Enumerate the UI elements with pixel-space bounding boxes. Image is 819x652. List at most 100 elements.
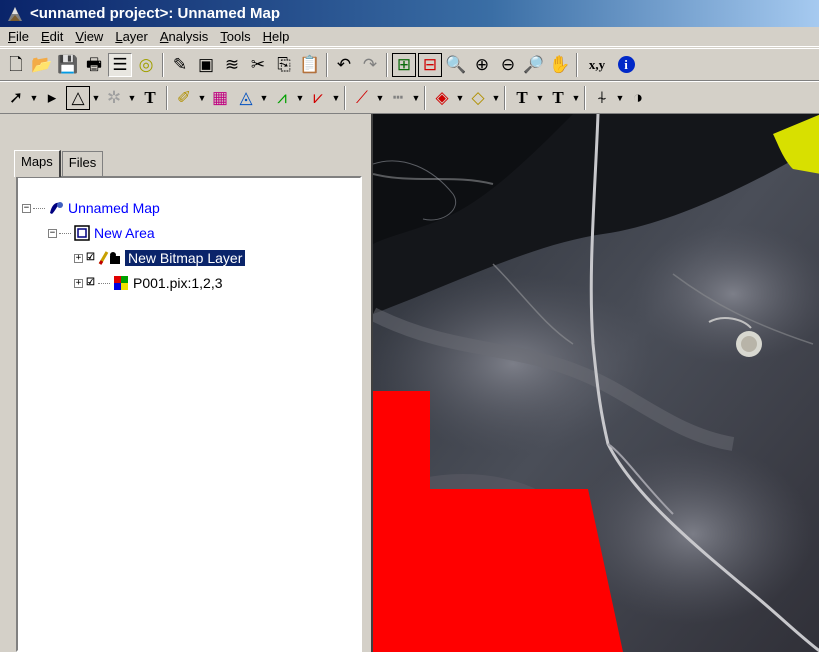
pan-hand-icon[interactable]: ✋ bbox=[548, 53, 572, 77]
open-folder-icon[interactable]: 📂 bbox=[30, 53, 54, 77]
cut-icon[interactable]: ✂ bbox=[246, 53, 270, 77]
menu-view[interactable]: View bbox=[69, 29, 109, 44]
menu-layer[interactable]: Layer bbox=[109, 29, 154, 44]
text-tool-icon[interactable]: T bbox=[138, 86, 162, 110]
raster-rgb-icon bbox=[112, 275, 130, 291]
redo-icon[interactable]: ↷ bbox=[358, 53, 382, 77]
window-title: <unnamed project>: Unnamed Map bbox=[30, 5, 281, 22]
toolbar-separator bbox=[576, 52, 578, 77]
chevron-down-icon[interactable]: ▼ bbox=[375, 93, 385, 103]
toolbar-separator bbox=[344, 85, 346, 110]
pencil-tool-icon[interactable]: ✐ bbox=[172, 86, 196, 110]
collapse-icon[interactable]: − bbox=[48, 228, 57, 238]
vector-tool-icon[interactable]: ⩘ bbox=[270, 86, 294, 110]
fill-tool-icon[interactable]: ◬ bbox=[234, 86, 258, 110]
tree-node-area[interactable]: − New Area bbox=[48, 223, 155, 243]
tree-view-icon[interactable]: ☰ bbox=[108, 52, 132, 77]
layer-visibility-checkbox[interactable]: ☑ bbox=[85, 277, 96, 289]
overview-icon[interactable]: ◎ bbox=[134, 53, 158, 77]
map-view[interactable] bbox=[371, 114, 819, 652]
text-orientation-icon[interactable]: ◑ bbox=[626, 86, 650, 110]
font-icon[interactable]: T bbox=[510, 86, 534, 110]
fill-color-icon[interactable]: ◈ bbox=[430, 86, 454, 110]
chevron-down-icon[interactable]: ▼ bbox=[197, 93, 207, 103]
map-icon[interactable]: ✎ bbox=[168, 53, 192, 77]
font-style-icon[interactable]: T bbox=[546, 86, 570, 110]
chevron-down-icon[interactable]: ▼ bbox=[127, 93, 137, 103]
tree-node-bitmap-layer[interactable]: + ☑ New Bitmap Layer bbox=[74, 248, 247, 268]
chevron-down-icon[interactable]: ▼ bbox=[295, 93, 305, 103]
print-icon[interactable]: 🖶 bbox=[82, 53, 106, 77]
tree-label-bitmap-layer: New Bitmap Layer bbox=[123, 249, 247, 267]
save-icon[interactable]: 💾 bbox=[56, 53, 80, 77]
menu-tools[interactable]: Tools bbox=[214, 29, 256, 44]
toolbar-separator bbox=[166, 85, 168, 110]
tree-node-map[interactable]: − Unnamed Map bbox=[22, 198, 160, 218]
chevron-down-icon[interactable]: ▼ bbox=[91, 93, 101, 103]
chevron-down-icon[interactable]: ▼ bbox=[411, 93, 421, 103]
coordinate-icon[interactable]: x,y bbox=[582, 53, 612, 77]
chevron-down-icon[interactable]: ▼ bbox=[259, 93, 269, 103]
left-panel: Maps Files − Unnamed Map − New Area + ☑ bbox=[0, 114, 364, 652]
tab-maps[interactable]: Maps bbox=[14, 150, 61, 177]
map-tree: − Unnamed Map − New Area + ☑ New Bitmap … bbox=[16, 176, 362, 652]
tree-label-image-layer: P001.pix:1,2,3 bbox=[133, 275, 223, 291]
drawing-toolbar: ➚ ▼ ▸ △ ▼ ✲ ▼ T ✐ ▼ ▦ ◬ ▼ ⩘ ▼ ⩗ ▼ ⟋ ▼ ┅ … bbox=[0, 81, 819, 114]
chevron-down-icon[interactable]: ▼ bbox=[535, 93, 545, 103]
tree-connector bbox=[33, 207, 45, 209]
tree-label-area: New Area bbox=[94, 225, 155, 241]
polygon-tool-icon[interactable]: △ bbox=[66, 85, 90, 110]
area-icon bbox=[73, 225, 91, 241]
tree-connector bbox=[59, 232, 71, 234]
zoom-box-icon[interactable]: 🔍 bbox=[444, 53, 468, 77]
select-node-icon[interactable]: ▸ bbox=[40, 86, 64, 110]
app-icon bbox=[6, 5, 24, 23]
title-bar: <unnamed project>: Unnamed Map bbox=[0, 0, 819, 27]
zoom-1-to-1-icon[interactable]: 🔎 bbox=[522, 53, 546, 77]
copy-icon[interactable]: ⎘ bbox=[272, 53, 296, 77]
chevron-down-icon[interactable]: ▼ bbox=[615, 93, 625, 103]
expand-icon[interactable]: + bbox=[74, 278, 83, 288]
expand-icon[interactable]: + bbox=[74, 253, 83, 263]
area-icon[interactable]: ▣ bbox=[194, 53, 218, 77]
paste-icon[interactable]: 📋 bbox=[298, 53, 322, 77]
vector-tool-2-icon[interactable]: ⩗ bbox=[306, 86, 330, 110]
zoom-area-icon[interactable]: ⊟ bbox=[418, 52, 442, 77]
collapse-icon[interactable]: − bbox=[22, 203, 31, 213]
tree-connector bbox=[98, 282, 110, 284]
main-toolbar: 🗋 📂 💾 🖶 ☰ ◎ ✎ ▣ ≋ ✂ ⎘ 📋 ↶ ↷ ⊞ ⊟ 🔍 ⊕ ⊖ 🔎 … bbox=[0, 48, 819, 81]
select-arrow-icon[interactable]: ➚ bbox=[4, 86, 28, 110]
menu-analysis[interactable]: Analysis bbox=[154, 29, 214, 44]
layers-icon[interactable]: ≋ bbox=[220, 53, 244, 77]
map-icon bbox=[47, 200, 65, 216]
point-tool-icon[interactable]: ✲ bbox=[102, 86, 126, 110]
chevron-down-icon[interactable]: ▼ bbox=[29, 93, 39, 103]
menu-edit[interactable]: Edit bbox=[35, 29, 69, 44]
tree-label-map: Unnamed Map bbox=[68, 200, 160, 216]
zoom-out-icon[interactable]: ⊖ bbox=[496, 53, 520, 77]
info-icon[interactable]: i bbox=[614, 53, 638, 77]
symbol-icon[interactable]: ⍭ bbox=[590, 86, 614, 110]
chevron-down-icon[interactable]: ▼ bbox=[491, 93, 501, 103]
tree-node-image-layer[interactable]: + ☑ P001.pix:1,2,3 bbox=[74, 273, 223, 293]
toolbar-separator bbox=[326, 52, 328, 77]
new-file-icon[interactable]: 🗋 bbox=[4, 53, 28, 77]
chevron-down-icon[interactable]: ▼ bbox=[571, 93, 581, 103]
layer-visibility-checkbox[interactable]: ☑ bbox=[85, 252, 96, 264]
chevron-down-icon[interactable]: ▼ bbox=[455, 93, 465, 103]
toolbar-separator bbox=[424, 85, 426, 110]
line-style-icon[interactable]: ⟋ bbox=[350, 86, 374, 110]
zoom-full-icon[interactable]: ⊞ bbox=[392, 52, 416, 77]
chevron-down-icon[interactable]: ▼ bbox=[331, 93, 341, 103]
tab-files[interactable]: Files bbox=[61, 151, 104, 176]
satellite-image bbox=[373, 114, 819, 652]
zoom-in-icon[interactable]: ⊕ bbox=[470, 53, 494, 77]
pencil-icon bbox=[98, 250, 122, 266]
undo-icon[interactable]: ↶ bbox=[332, 53, 356, 77]
menu-file[interactable]: File bbox=[2, 29, 35, 44]
line-pattern-icon[interactable]: ┅ bbox=[386, 86, 410, 110]
fill-pattern-icon[interactable]: ◇ bbox=[466, 86, 490, 110]
menu-help[interactable]: Help bbox=[257, 29, 296, 44]
raster-edit-icon[interactable]: ▦ bbox=[208, 86, 232, 110]
panel-tabs: Maps Files bbox=[14, 150, 104, 177]
